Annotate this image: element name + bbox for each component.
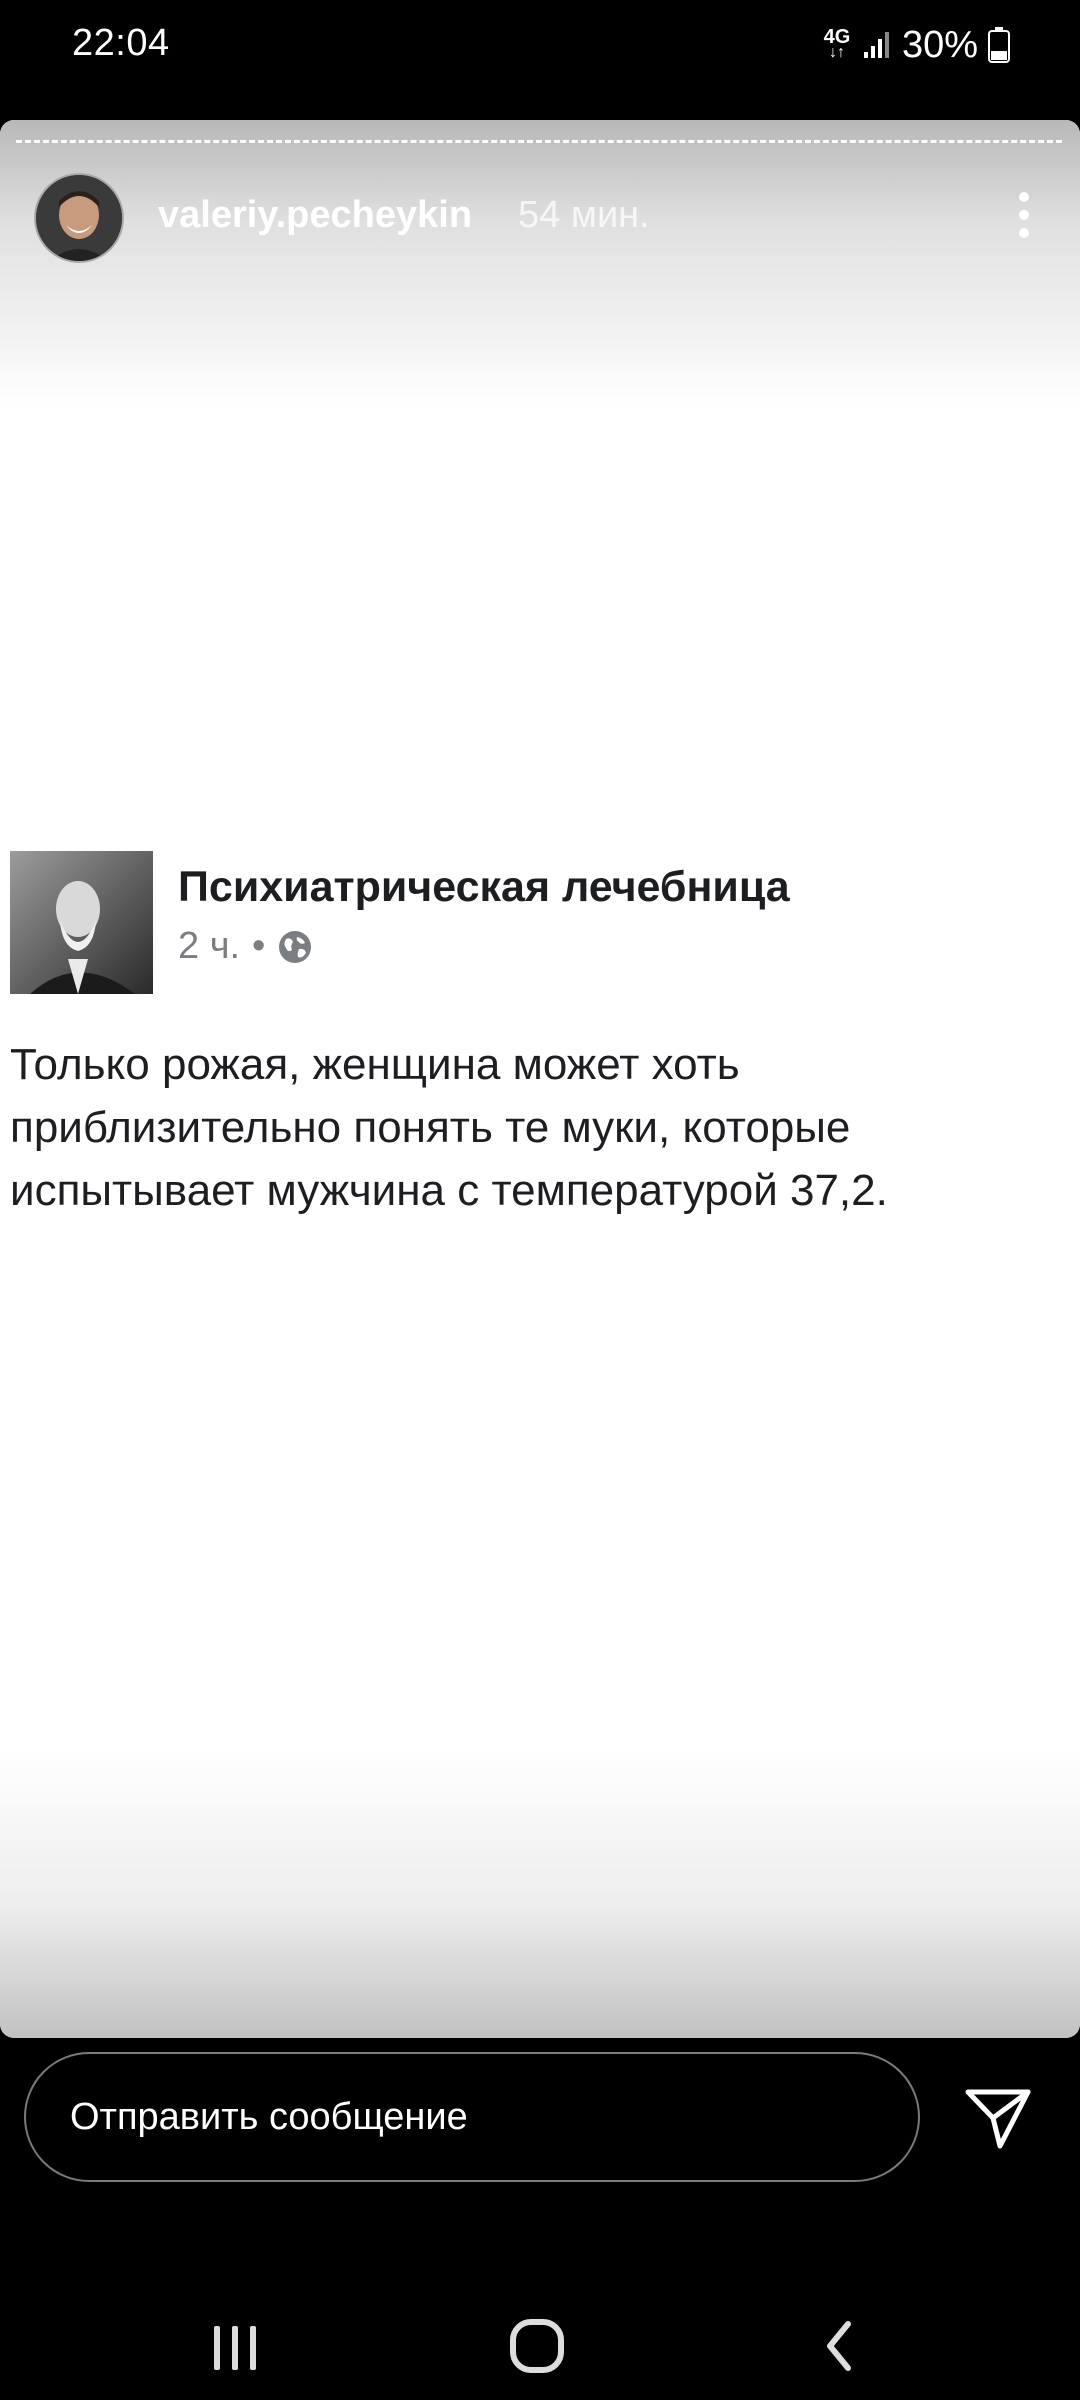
reply-input[interactable]: Отправить сообщение [24, 2052, 920, 2182]
recents-icon[interactable] [190, 2310, 280, 2380]
reply-placeholder: Отправить сообщение [70, 2095, 468, 2138]
page-name: Психиатрическая лечебница [178, 863, 790, 911]
signal-icon [862, 30, 892, 60]
status-time: 22:04 [72, 22, 170, 64]
story-username[interactable]: valeriy.pecheykin [158, 194, 472, 237]
navigation-bar [0, 2280, 1080, 2400]
story-progress-bar [16, 140, 1062, 147]
story-card[interactable]: valeriy.pecheykin 54 мин. Психиатрическа… [0, 120, 1080, 2038]
page-photo [10, 851, 153, 994]
globe-icon [277, 929, 313, 965]
send-icon[interactable] [960, 2080, 1036, 2156]
post-meta: 2 ч. • [178, 925, 313, 968]
story-time: 54 мин. [518, 194, 650, 236]
network-indicator: 4G ↓↑ [822, 27, 852, 61]
battery-percent: 30% [901, 23, 978, 66]
post-time: 2 ч. [178, 925, 241, 967]
more-vertical-icon[interactable] [994, 184, 1054, 254]
screen: 22:04 4G ↓↑ 30% valeriy.pecheykin 54 мин… [0, 0, 1080, 2400]
home-icon[interactable] [492, 2310, 582, 2380]
status-icons: 4G ↓↑ 30% [822, 20, 1010, 70]
story-header: valeriy.pecheykin 54 мин. [34, 170, 1054, 266]
status-bar: 22:04 4G ↓↑ 30% [0, 0, 1080, 100]
avatar[interactable] [34, 173, 124, 263]
back-icon[interactable] [796, 2310, 886, 2380]
story-bottom-shade [0, 1748, 1080, 2038]
meta-separator: • [252, 925, 266, 967]
battery-icon [988, 27, 1010, 63]
post-text: Только рожая, женщина может хоть приблиз… [10, 1040, 888, 1215]
